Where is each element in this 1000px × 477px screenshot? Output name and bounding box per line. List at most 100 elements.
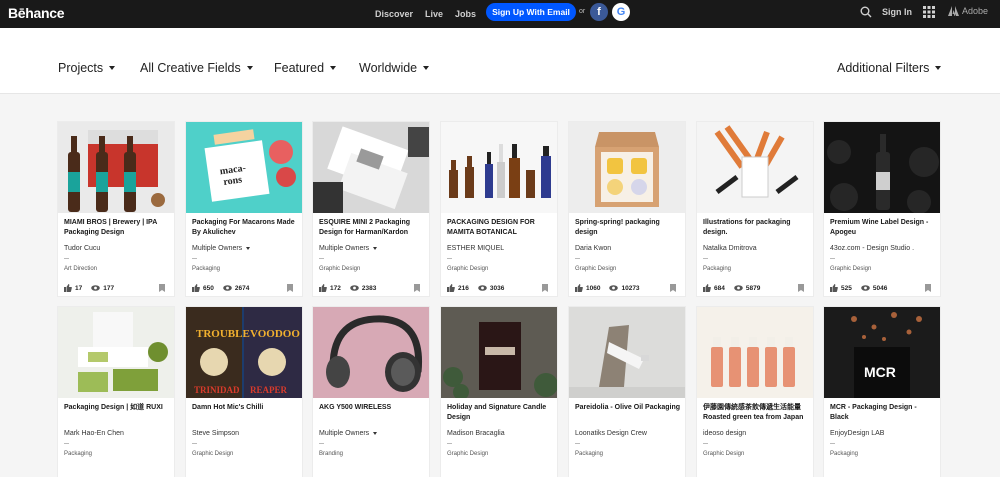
project-card[interactable]: Pareidolia - Olive Oil Packaging Loonati… [569,307,685,477]
project-thumbnail-wine-bottle[interactable] [824,122,940,213]
project-title[interactable]: 伊藤園傳統感茶飲傳遞生活能量 Roasted green tea from Ja… [703,403,809,423]
project-card[interactable]: TROUBLE VOODOO TRINIDAD REAPER Damn Hot Mic… [186,307,302,477]
bookmark-icon[interactable] [542,284,548,292]
project-card[interactable]: MCR MCR - Packaging Design - Black Enjoy… [824,307,940,477]
project-owner[interactable]: Mark Hao-En Chen [64,430,124,437]
sign-up-with-email-button[interactable]: Sign Up With Email [486,3,576,21]
project-title[interactable]: Packaging For Macarons Made By Akulichev [192,218,298,238]
projects-filter-dropdown[interactable]: Projects [58,61,116,75]
project-field[interactable]: Graphic Design [575,266,616,272]
project-field[interactable]: Graphic Design [319,266,360,272]
project-title[interactable]: Illustrations for packaging design. [703,218,809,238]
bookmark-icon[interactable] [798,284,804,292]
project-thumbnail-coffee-bag[interactable]: MCR [824,307,940,398]
project-field[interactable]: Art Direction [64,266,97,272]
project-thumbnail-olive-oil[interactable] [569,307,685,398]
appreciation-count: 172 [330,284,341,292]
featured-dropdown[interactable]: Featured [274,61,337,75]
project-card[interactable]: MIAMI BROS | Brewery | IPA Packaging Des… [58,122,174,296]
project-stats: 650 2674 [192,282,296,294]
adobe-link[interactable]: Adobe [948,6,988,16]
view-count: 10273 [621,284,640,292]
project-card[interactable]: Holiday and Signature Candle Design Madi… [441,307,557,477]
project-owner[interactable]: Tudor Cucu [64,245,100,252]
project-stats: 525 5046 [830,282,934,294]
project-owner[interactable]: Multiple Owners [319,245,378,252]
project-card[interactable]: maca-rons Packaging For Macarons Made By… [186,122,302,296]
project-thumbnail-speaker-boxes[interactable] [313,122,429,213]
project-title[interactable]: Spring-spring! packaging design [575,218,681,238]
project-owner[interactable]: Madison Bracaglia [447,430,505,437]
project-owner[interactable]: Natalka Dmitrova [703,245,757,252]
behance-logo[interactable]: Bēhance [8,5,65,21]
project-thumbnail-tea-bottles[interactable] [697,307,813,398]
project-owner[interactable]: ESTHER MIQUEL [447,245,504,252]
project-thumbnail-botanical-bottles[interactable] [441,122,557,213]
project-title[interactable]: MCR - Packaging Design - Black [830,403,936,423]
project-thumbnail-matcha-boxes[interactable] [58,307,174,398]
project-thumbnail-macarons-box[interactable]: maca-rons [186,122,302,213]
project-card[interactable]: AKG Y500 WIRELESS Multiple Owners Brandi… [313,307,429,477]
project-title[interactable]: Holiday and Signature Candle Design [447,403,553,423]
google-signup-icon[interactable]: G [612,3,630,21]
project-field[interactable]: Graphic Design [447,266,488,272]
nav-discover[interactable]: Discover [375,9,413,19]
bookmark-icon[interactable] [925,284,931,292]
bookmark-icon[interactable] [670,284,676,292]
apps-grid-icon[interactable] [923,6,935,18]
project-thumbnail-headphones[interactable] [313,307,429,398]
project-field[interactable]: Packaging [192,266,220,272]
project-card[interactable]: 伊藤園傳統感茶飲傳遞生活能量 Roasted green tea from Ja… [697,307,813,477]
additional-filters-dropdown[interactable]: Additional Filters [837,61,942,75]
project-field[interactable]: Graphic Design [192,451,233,457]
project-thumbnail-chilli-sauce[interactable]: TROUBLE VOODOO TRINIDAD REAPER [186,307,302,398]
project-owner[interactable]: Multiple Owners [192,245,251,252]
project-title[interactable]: Damn Hot Mic's Chilli [192,403,298,413]
project-title[interactable]: Packaging Design | 如道 RUXI [64,403,170,413]
project-card[interactable]: Premium Wine Label Design - Apogeu 43oz.… [824,122,940,296]
project-title[interactable]: Pareidolia - Olive Oil Packaging [575,403,681,413]
project-owner[interactable]: Steve Simpson [192,430,239,437]
project-owner[interactable]: Daria Kwon [575,245,611,252]
project-field[interactable]: Packaging [703,266,731,272]
facebook-signup-icon[interactable]: f [590,3,608,21]
project-field[interactable]: Branding [319,451,343,457]
project-field[interactable]: Packaging [64,451,92,457]
project-card[interactable]: Illustrations for packaging design. Nata… [697,122,813,296]
project-owner[interactable]: 43oz.com - Design Studio . [830,245,914,252]
project-owner[interactable]: EnjoyDesign LAB [830,430,884,437]
owner-name: Loonatiks Design Crew [575,430,647,437]
search-icon[interactable] [860,6,872,18]
project-field[interactable]: Packaging [575,451,603,457]
project-field[interactable]: Graphic Design [447,451,488,457]
divider [192,443,197,444]
project-title[interactable]: AKG Y500 WIRELESS [319,403,425,413]
project-field[interactable]: Graphic Design [703,451,744,457]
nav-live[interactable]: Live [425,9,443,19]
project-card[interactable]: Packaging Design | 如道 RUXI Mark Hao-En C… [58,307,174,477]
project-title[interactable]: Premium Wine Label Design - Apogeu [830,218,936,238]
project-owner[interactable]: Multiple Owners [319,430,378,437]
owner-name: Multiple Owners [319,245,370,252]
project-card[interactable]: PACKAGING DESIGN FOR MAMITA BOTANICAL ES… [441,122,557,296]
creative-fields-dropdown[interactable]: All Creative Fields [140,61,253,75]
project-thumbnail-illustrated-bags[interactable] [697,122,813,213]
project-title[interactable]: PACKAGING DESIGN FOR MAMITA BOTANICAL [447,218,553,238]
project-thumbnail-spring-box[interactable] [569,122,685,213]
bookmark-icon[interactable] [159,284,165,292]
bookmark-icon[interactable] [287,284,293,292]
project-card[interactable]: ESQUIRE MINI 2 Packaging Design for Harm… [313,122,429,296]
project-owner[interactable]: ideoso design [703,430,746,437]
nav-jobs[interactable]: Jobs [455,9,476,19]
worldwide-dropdown[interactable]: Worldwide [359,61,430,75]
project-field[interactable]: Packaging [830,451,858,457]
project-field[interactable]: Graphic Design [830,266,871,272]
bookmark-icon[interactable] [414,284,420,292]
project-thumbnail-candle[interactable] [441,307,557,398]
project-title[interactable]: MIAMI BROS | Brewery | IPA Packaging Des… [64,218,170,238]
sign-in-link[interactable]: Sign In [882,7,912,17]
project-title[interactable]: ESQUIRE MINI 2 Packaging Design for Harm… [319,218,425,238]
project-owner[interactable]: Loonatiks Design Crew [575,430,647,437]
project-thumbnail-beer-bottles[interactable] [58,122,174,213]
project-card[interactable]: Spring-spring! packaging design Daria Kw… [569,122,685,296]
